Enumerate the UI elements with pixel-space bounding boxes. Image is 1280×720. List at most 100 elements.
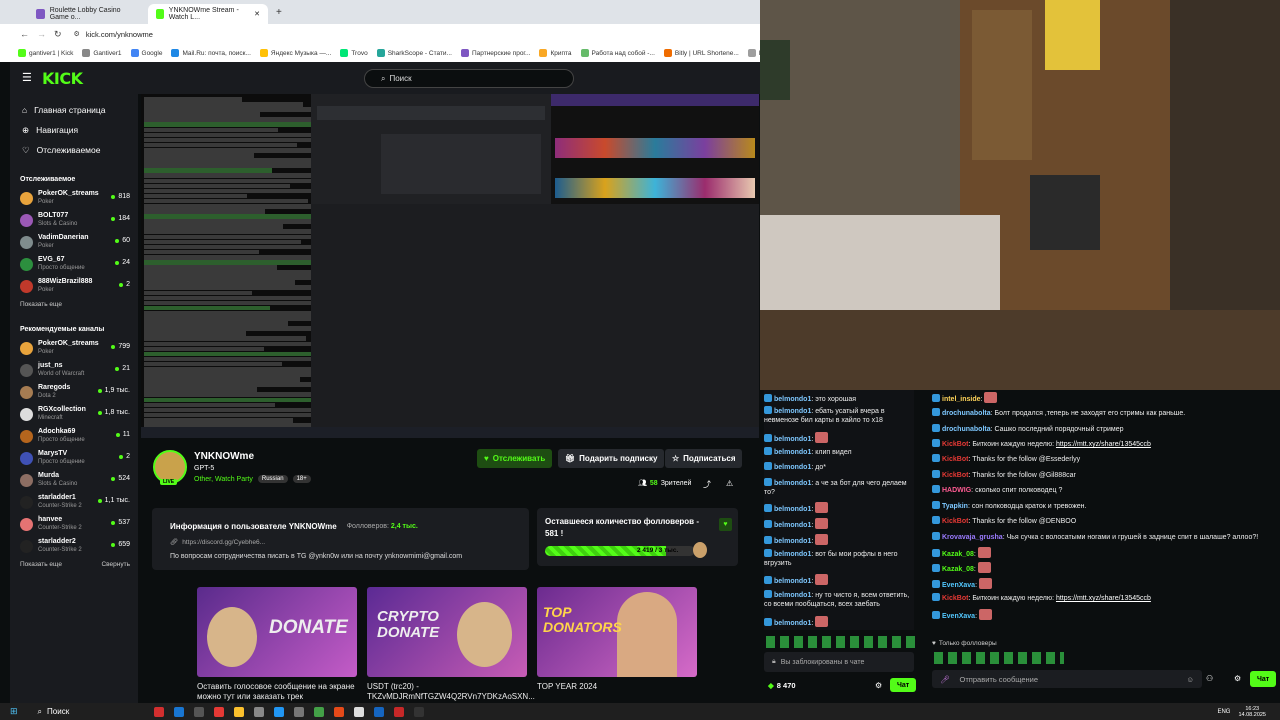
emoji-icon[interactable]: ☺	[1186, 675, 1194, 684]
reload-icon[interactable]: ↻	[54, 29, 62, 40]
chat-message-input[interactable]: 🎤︎ Отправить сообщение ☺	[932, 670, 1202, 688]
sidebar-channel[interactable]: PokerOK_streams Poker 799	[10, 337, 138, 359]
chat-username[interactable]: belmondo1	[774, 396, 811, 403]
site-info-icon[interactable]: ⚙	[74, 30, 80, 38]
chat-username[interactable]: KickBot	[942, 456, 968, 463]
emote-bar-right[interactable]	[934, 652, 1064, 664]
sidebar-channel[interactable]: starladder2 Counter-Strike 2 659	[10, 535, 138, 557]
follow-button[interactable]: ♥ Отслеживать	[477, 449, 553, 468]
chat-username[interactable]: KickBot	[942, 595, 968, 602]
nav-item[interactable]: ⊕ Навигация	[10, 120, 138, 140]
chat-username[interactable]: belmondo1	[774, 464, 811, 471]
sidebar-channel[interactable]: RGXcollection Minecraft 1,8 тыс.	[10, 403, 138, 425]
clock[interactable]: 16:23 14.08.2025	[1238, 706, 1266, 718]
share-icon[interactable]: ⤴	[703, 479, 711, 490]
forward-icon[interactable]: →	[37, 29, 46, 39]
chat-username[interactable]: belmondo1	[774, 408, 811, 415]
sidebar-channel[interactable]: VadimDanerian Poker 60	[10, 231, 138, 253]
sidebar-channel[interactable]: Murda Slots & Casino 524	[10, 469, 138, 491]
app-icon[interactable]	[174, 706, 185, 717]
menu-icon[interactable]: ☰	[22, 71, 32, 84]
app-icon[interactable]	[414, 706, 425, 717]
bookmark-item[interactable]: Яндекс Музыка —...	[259, 49, 331, 57]
language-indicator[interactable]: ENG	[1217, 709, 1230, 715]
sidebar-channel[interactable]: MarysTV Просто общение 2	[10, 447, 138, 469]
bookmark-item[interactable]: Крипта	[539, 49, 572, 57]
sidebar-channel[interactable]: 888WizBrazil888 Poker 2	[10, 275, 138, 297]
microphone-icon[interactable]: 🎤︎	[940, 675, 950, 684]
bookmark-item[interactable]: Mail.Ru: почта, поиск...	[171, 49, 251, 57]
app-icon[interactable]	[274, 706, 285, 717]
close-tab-icon[interactable]: ✕	[254, 10, 260, 18]
show-more-recommended[interactable]: Показать еще	[20, 561, 62, 568]
gift-sub-button[interactable]: 🎁︎ Подарить подписку	[558, 449, 665, 468]
chat-username[interactable]: KickBot	[942, 441, 968, 448]
app-icon[interactable]	[374, 706, 385, 717]
sidebar-channel[interactable]: hanvee Counter-Strike 2 537	[10, 513, 138, 535]
chat-link[interactable]: https://mtt.xyz/share/13545ccb	[1056, 595, 1151, 602]
taskbar-search[interactable]: Поиск	[47, 707, 69, 716]
app-icon[interactable]	[334, 706, 345, 717]
chat-username[interactable]: belmondo1	[774, 620, 811, 627]
app-icon[interactable]	[254, 706, 265, 717]
stream-category[interactable]: Other, Watch Party	[194, 476, 253, 483]
chat-username[interactable]: EvenXava	[942, 613, 975, 620]
channel-points[interactable]: ◆ 8 470	[768, 681, 796, 690]
chrome-icon[interactable]	[314, 706, 325, 717]
app-icon[interactable]	[234, 706, 245, 717]
tab-kick[interactable]: YNKNOWme Stream - Watch L... ✕	[148, 3, 268, 24]
mic-settings-icon[interactable]: ⚇	[1206, 674, 1213, 683]
chat-username[interactable]: KickBot	[942, 518, 968, 525]
sidebar-channel[interactable]: PokerOK_streams Poker 818	[10, 187, 138, 209]
chat-username[interactable]: belmondo1	[774, 578, 811, 585]
chat-username[interactable]: drochunabolta	[942, 426, 991, 433]
chat-link[interactable]: https://mtt.xyz/share/13545ccb	[1056, 441, 1151, 448]
chat-username[interactable]: EvenXava	[942, 582, 975, 589]
chat-username[interactable]: belmondo1	[774, 551, 811, 558]
bookmark-item[interactable]: Trovo	[340, 49, 368, 57]
chat-send-button-right[interactable]: Чат	[1250, 671, 1277, 687]
bookmark-item[interactable]: Партнерские прог...	[460, 49, 530, 57]
chat-username[interactable]: belmondo1	[774, 592, 811, 599]
report-icon[interactable]: ⚠	[726, 479, 733, 488]
discord-link[interactable]: https://discord.gg/Cyebhe6...	[182, 539, 265, 546]
app-icon[interactable]	[354, 706, 365, 717]
app-icon[interactable]	[394, 706, 405, 717]
kick-logo[interactable]: KICK	[42, 69, 83, 88]
chat-username[interactable]: belmondo1	[774, 538, 811, 545]
chat-username[interactable]: intel_inside	[942, 396, 981, 403]
url-input[interactable]: kick.com/ynknowme	[86, 30, 153, 39]
chat-username[interactable]: drochunabolta	[942, 410, 991, 417]
bookmark-item[interactable]: SharkScope - Стати...	[376, 49, 452, 57]
chat-username[interactable]: belmondo1	[774, 480, 811, 487]
bookmark-item[interactable]: Калькулятор	[747, 49, 760, 57]
video-player[interactable]	[141, 94, 759, 438]
bookmark-item[interactable]: Bitly | URL Shortene...	[663, 49, 739, 57]
app-icon[interactable]	[214, 706, 225, 717]
emote-bar-left[interactable]	[766, 636, 916, 648]
settings-icon-right[interactable]: ⚙	[1234, 674, 1241, 683]
chat-username[interactable]: belmondo1	[774, 506, 811, 513]
chat-username[interactable]: belmondo1	[774, 436, 811, 443]
chat-username[interactable]: KickBot	[942, 472, 968, 479]
bookmark-item[interactable]: Работа над собой -...	[580, 49, 655, 57]
sidebar-channel[interactable]: Raregods Dota 2 1,9 тыс.	[10, 381, 138, 403]
bookmark-item[interactable]: Gantiver1	[82, 49, 122, 57]
top-donators-panel[interactable]: TOP DONATORS	[537, 587, 697, 677]
chat-username[interactable]: belmondo1	[774, 449, 811, 456]
tag-language[interactable]: Russian	[257, 475, 288, 483]
chat-username[interactable]: belmondo1	[774, 522, 811, 529]
crypto-panel[interactable]: CRYPTO DONATE	[367, 587, 527, 677]
app-icon[interactable]	[294, 706, 305, 717]
sidebar-channel[interactable]: BOLT077 Slots & Casino 184	[10, 209, 138, 231]
chat-username[interactable]: Tyapkin	[942, 503, 968, 510]
nav-item[interactable]: ⌂ Главная страница	[10, 100, 138, 120]
donate-panel[interactable]: DONATE	[197, 587, 357, 677]
chat-send-button-left[interactable]: Чат	[890, 678, 917, 692]
app-icon[interactable]	[154, 706, 165, 717]
sidebar-channel[interactable]: starladder1 Counter-Strike 2 1,1 тыс.	[10, 491, 138, 513]
tab-roulette[interactable]: Roulette Lobby Casino Game o...	[28, 4, 148, 24]
collapse-button[interactable]: Свернуть	[101, 561, 130, 568]
nav-item[interactable]: ♡ Отслеживаемое	[10, 140, 138, 160]
subscribe-button[interactable]: ☆ Подписаться	[665, 449, 743, 468]
